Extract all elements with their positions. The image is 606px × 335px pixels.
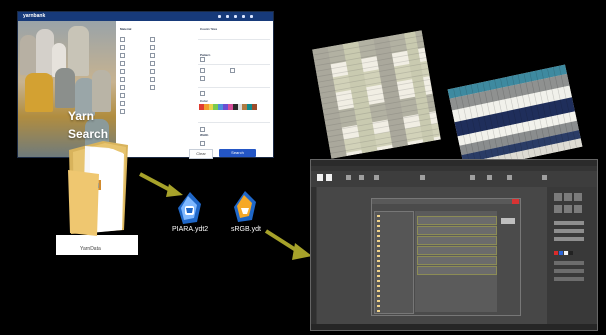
color-chip[interactable] xyxy=(559,251,563,255)
checkbox[interactable] xyxy=(200,57,205,62)
panel-thumbnail[interactable] xyxy=(564,205,572,213)
form-section-label: Width xyxy=(200,133,209,137)
checkbox[interactable] xyxy=(120,53,125,58)
panel-slider[interactable] xyxy=(554,261,584,265)
toolbar-icon[interactable] xyxy=(542,175,547,180)
checkbox[interactable] xyxy=(200,91,205,96)
topbar-icon[interactable] xyxy=(250,15,253,18)
list-item[interactable] xyxy=(417,246,497,255)
yarn-search-window: yarnbank Yarn Search Material Count / Si… xyxy=(18,12,273,159)
checkbox[interactable] xyxy=(120,109,125,114)
folder-label-background xyxy=(56,235,138,255)
toolbar-icon[interactable] xyxy=(487,175,492,180)
striped-fabric-icon xyxy=(447,64,583,172)
checkbox[interactable] xyxy=(150,85,155,90)
toolbar-icon[interactable] xyxy=(317,174,323,181)
yarn-topbar: yarnbank xyxy=(18,12,273,21)
checkbox[interactable] xyxy=(150,37,155,42)
app-toolbar[interactable] xyxy=(311,171,597,187)
plaid-fabric-icon xyxy=(312,30,441,159)
panel-slider[interactable] xyxy=(554,269,584,273)
panel-thumbnail[interactable] xyxy=(554,193,562,201)
yarn-logo[interactable]: yarnbank xyxy=(23,13,45,19)
yarn-title-line1: Yarn xyxy=(68,109,95,123)
color-swatch[interactable] xyxy=(252,104,257,110)
dialog-folder-tree[interactable] xyxy=(374,211,414,314)
checkbox[interactable] xyxy=(230,68,235,73)
panel-field[interactable] xyxy=(554,229,584,233)
panel-field[interactable] xyxy=(554,221,584,225)
tool-strip[interactable] xyxy=(311,187,316,324)
toolbar-icon[interactable] xyxy=(346,175,351,180)
form-section-label: Color xyxy=(200,99,208,103)
form-section-label: Material xyxy=(120,27,132,31)
toolbar-icon[interactable] xyxy=(374,175,379,180)
panel-slider[interactable] xyxy=(554,277,584,281)
arrow-icon xyxy=(264,229,312,260)
topbar-icon[interactable] xyxy=(218,15,221,18)
checkbox[interactable] xyxy=(200,76,205,81)
color-chip[interactable] xyxy=(569,251,573,255)
yarn-search-form: Material Count / Size Pattern Color Widt… xyxy=(116,21,273,157)
search-button[interactable]: Search xyxy=(219,149,256,157)
checkbox[interactable] xyxy=(120,69,125,74)
file-label: sRGB.ydt xyxy=(231,226,261,233)
panel-thumbnail[interactable] xyxy=(564,193,572,201)
folder-label: YarnData xyxy=(80,246,101,252)
list-item[interactable] xyxy=(417,256,497,265)
checkbox[interactable] xyxy=(150,53,155,58)
dialog-file-list[interactable] xyxy=(415,211,497,312)
list-item[interactable] xyxy=(417,226,497,235)
checkbox[interactable] xyxy=(120,101,125,106)
yarn-file-icon[interactable] xyxy=(177,191,202,225)
panel-thumbnail[interactable] xyxy=(574,193,582,201)
yarn-data-dialog xyxy=(371,198,521,316)
checkbox[interactable] xyxy=(150,77,155,82)
checkbox[interactable] xyxy=(120,45,125,50)
properties-panel[interactable] xyxy=(547,187,596,324)
dialog-button[interactable] xyxy=(501,218,515,224)
checkbox[interactable] xyxy=(120,93,125,98)
color-swatch-row xyxy=(199,104,257,110)
checkbox[interactable] xyxy=(120,37,125,42)
topbar-icon[interactable] xyxy=(242,15,245,18)
checkbox[interactable] xyxy=(200,141,205,146)
checkbox[interactable] xyxy=(150,69,155,74)
color-chip[interactable] xyxy=(554,251,558,255)
toolbar-icon[interactable] xyxy=(326,174,332,181)
close-icon[interactable] xyxy=(512,199,519,204)
checkbox[interactable] xyxy=(150,61,155,66)
checkbox[interactable] xyxy=(200,127,205,132)
form-section-label: Count / Size xyxy=(200,27,218,31)
toolbar-icon[interactable] xyxy=(420,175,425,180)
panel-thumbnail[interactable] xyxy=(554,205,562,213)
toolbar-icon[interactable] xyxy=(470,175,475,180)
toolbar-icon[interactable] xyxy=(359,175,364,180)
checkbox[interactable] xyxy=(120,61,125,66)
folder-icon[interactable] xyxy=(63,138,134,238)
topbar-icon[interactable] xyxy=(234,15,237,18)
panel-field[interactable] xyxy=(554,237,584,241)
color-chip[interactable] xyxy=(564,251,568,255)
checkbox[interactable] xyxy=(120,85,125,90)
toolbar-icon[interactable] xyxy=(507,175,512,180)
list-item[interactable] xyxy=(417,266,497,275)
dialog-titlebar xyxy=(372,199,520,204)
file-label: PIARA.ydt2 xyxy=(172,226,209,233)
checkbox[interactable] xyxy=(150,45,155,50)
checkbox[interactable] xyxy=(120,77,125,82)
panel-thumbnail[interactable] xyxy=(574,205,582,213)
design-software-window xyxy=(310,159,598,331)
list-item[interactable] xyxy=(417,216,497,225)
checkbox[interactable] xyxy=(200,68,205,73)
status-bar xyxy=(311,324,597,330)
topbar-icon[interactable] xyxy=(226,15,229,18)
clear-button[interactable]: Clear xyxy=(189,149,213,159)
list-item[interactable] xyxy=(417,236,497,245)
yarn-file-icon[interactable] xyxy=(233,190,257,223)
